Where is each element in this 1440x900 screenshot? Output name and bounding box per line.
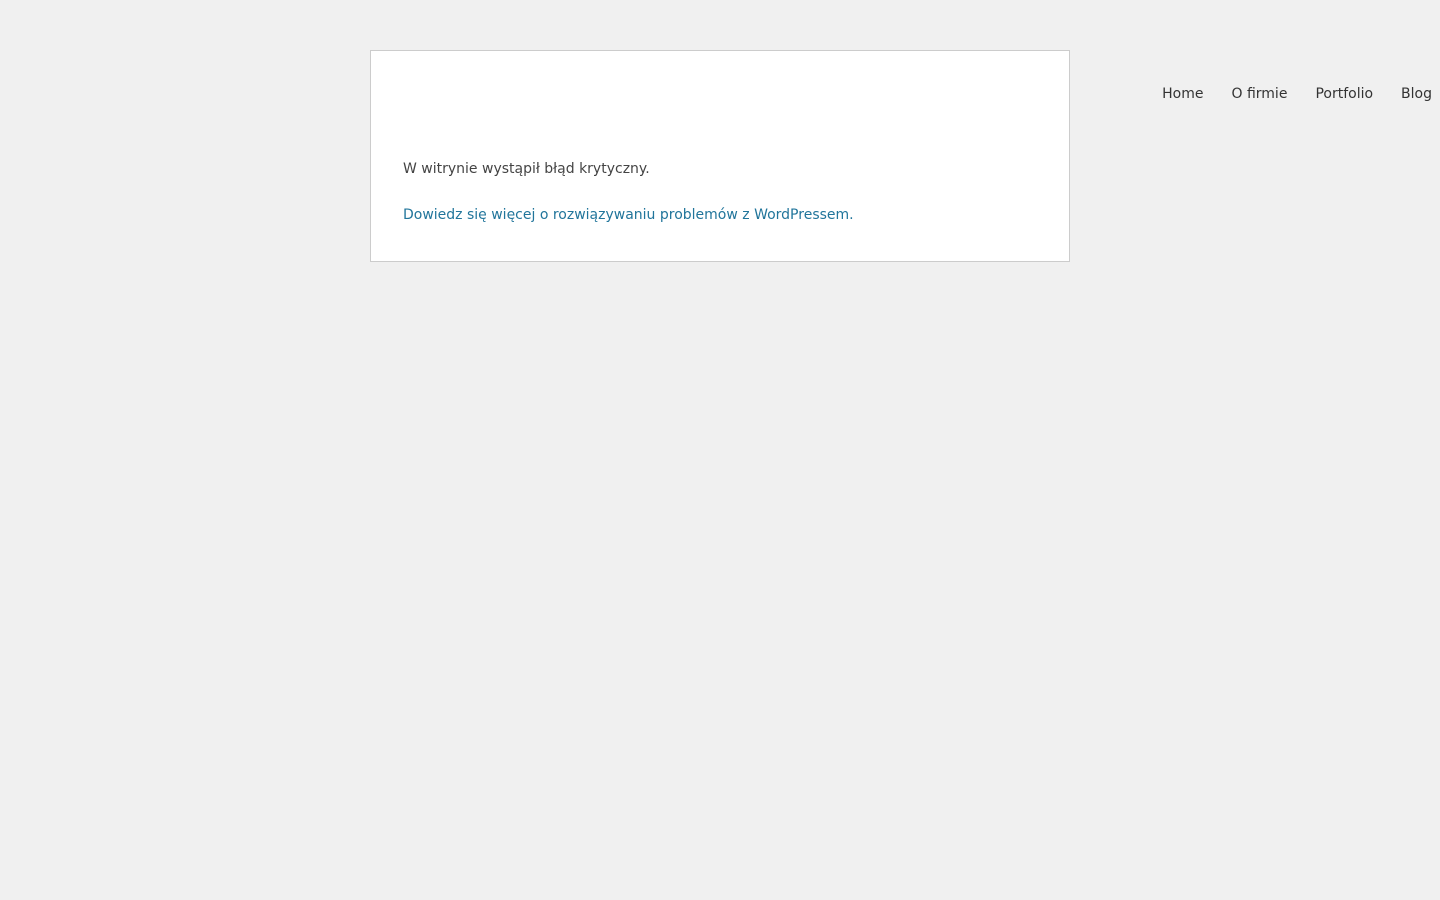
nav-item-portfolio[interactable]: Portfolio [1315,84,1373,104]
nav-item-blog[interactable]: Blog [1401,84,1432,104]
error-message: W witrynie wystąpił błąd krytyczny. [403,161,650,177]
nav-item-home[interactable]: Home [1162,84,1203,104]
troubleshooting-link[interactable]: Dowiedz się więcej o rozwiązywaniu probl… [403,205,854,225]
page: W witrynie wystąpił błąd krytyczny. Dowi… [0,0,1440,900]
main-nav: Home O firmie Portfolio Blog [1162,84,1432,104]
nav-item-o-firmie[interactable]: O firmie [1232,84,1288,104]
error-box: W witrynie wystąpił błąd krytyczny. Dowi… [370,50,1070,262]
